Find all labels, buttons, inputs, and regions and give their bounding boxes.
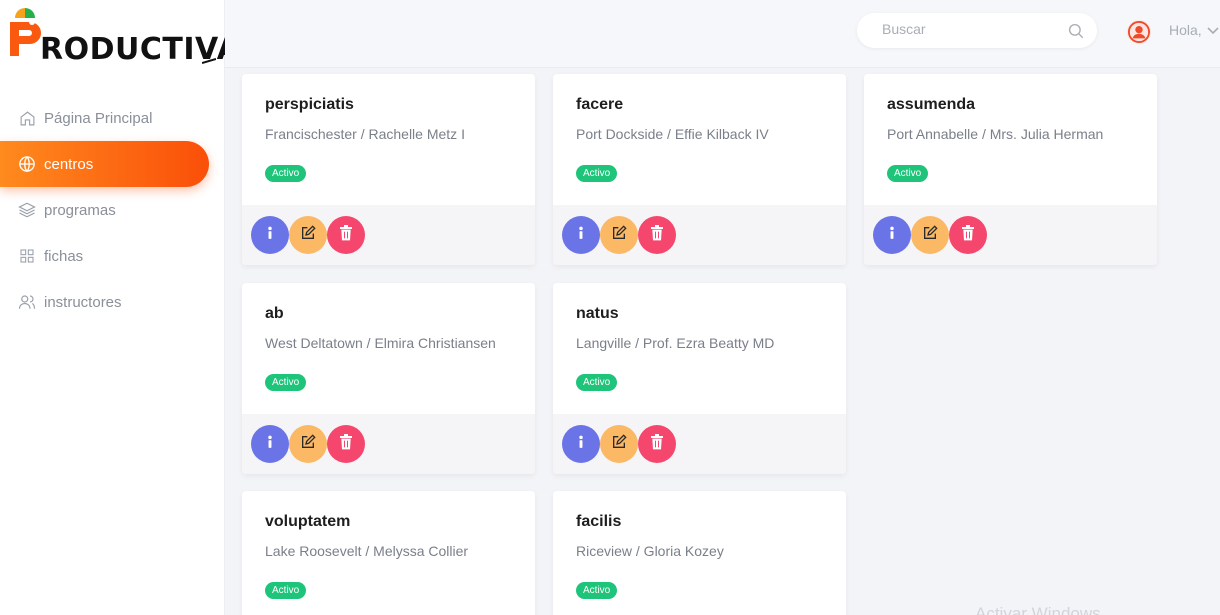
grid-icon <box>18 247 36 265</box>
status-badge: Activo <box>265 374 307 391</box>
edit-button[interactable] <box>289 216 327 254</box>
card-title: facilis <box>576 513 622 530</box>
status-badge: Activo <box>265 582 307 599</box>
edit-icon <box>611 433 627 455</box>
users-icon <box>18 293 36 311</box>
card-subtitle: Langville / Prof. Ezra Beatty MD <box>576 335 775 351</box>
info-button[interactable] <box>562 216 600 254</box>
card-title: voluptatem <box>265 513 351 530</box>
sidebar-item-pagina-principal[interactable]: Página Principal <box>0 95 225 141</box>
centro-card: voluptatem Lake Roosevelt / Melyssa Coll… <box>242 491 535 615</box>
card-title: facere <box>576 96 624 113</box>
sidebar-item-label: programas <box>44 201 116 219</box>
card-subtitle: Lake Roosevelt / Melyssa Collier <box>265 543 469 559</box>
chevron-down-icon[interactable] <box>1207 26 1219 36</box>
edit-icon <box>922 224 938 246</box>
info-button[interactable] <box>562 425 600 463</box>
card-title: assumenda <box>887 96 976 113</box>
sidebar-item-programas[interactable]: programas <box>0 187 225 233</box>
card-actions <box>553 205 846 265</box>
centro-card: natus Langville / Prof. Ezra Beatty MD A… <box>553 283 846 474</box>
card-subtitle: Port Dockside / Effie Kilback IV <box>576 126 769 142</box>
trash-icon <box>961 224 975 246</box>
centro-card: assumenda Port Annabelle / Mrs. Julia He… <box>864 74 1157 265</box>
info-icon <box>574 226 588 245</box>
trash-icon <box>650 224 664 246</box>
status-badge: Activo <box>265 165 307 182</box>
user-greeting[interactable]: Hola, <box>1169 22 1202 38</box>
sidebar: RODUCTIVA Página Principal centros progr… <box>0 0 240 615</box>
info-icon <box>263 435 277 454</box>
layers-icon <box>18 201 36 219</box>
status-badge: Activo <box>576 582 618 599</box>
windows-activation-watermark: Activar Windows <box>975 604 1101 615</box>
delete-button[interactable] <box>327 425 365 463</box>
brand-logo[interactable]: RODUCTIVA <box>10 8 240 67</box>
card-actions <box>242 205 535 265</box>
info-icon <box>263 226 277 245</box>
edit-button[interactable] <box>600 425 638 463</box>
user-avatar-icon <box>1128 21 1150 43</box>
info-button[interactable] <box>251 216 289 254</box>
centro-card: facilis Riceview / Gloria Kozey Activo <box>553 491 846 615</box>
sidebar-item-fichas[interactable]: fichas <box>0 233 225 279</box>
card-subtitle: Riceview / Gloria Kozey <box>576 543 724 559</box>
centro-card: facere Port Dockside / Effie Kilback IV … <box>553 74 846 265</box>
card-title: natus <box>576 305 619 322</box>
top-bar: Hola, <box>225 0 1220 68</box>
delete-button[interactable] <box>638 425 676 463</box>
edit-icon <box>300 224 316 246</box>
centro-card: ab West Deltatown / Elmira Christiansen … <box>242 283 535 474</box>
trash-icon <box>339 433 353 455</box>
sidebar-nav: Página Principal centros programas ficha… <box>0 95 225 325</box>
edit-button[interactable] <box>600 216 638 254</box>
info-button[interactable] <box>873 216 911 254</box>
info-icon <box>885 226 899 245</box>
card-subtitle: Port Annabelle / Mrs. Julia Herman <box>887 126 1104 142</box>
status-badge: Activo <box>887 165 929 182</box>
sidebar-item-label: centros <box>44 155 94 173</box>
card-title: ab <box>265 305 284 322</box>
card-subtitle: West Deltatown / Elmira Christiansen <box>265 335 496 351</box>
card-actions <box>553 414 846 474</box>
info-icon <box>574 435 588 454</box>
delete-button[interactable] <box>327 216 365 254</box>
avatar[interactable] <box>1127 20 1151 44</box>
search-input[interactable] <box>882 21 1052 37</box>
status-badge: Activo <box>576 374 618 391</box>
card-subtitle: Francischester / Rachelle Metz I <box>265 126 465 142</box>
delete-button[interactable] <box>949 216 987 254</box>
globe-icon <box>18 155 36 173</box>
trash-icon <box>339 224 353 246</box>
edit-icon <box>300 433 316 455</box>
sidebar-item-label: Página Principal <box>44 109 153 127</box>
centro-card: perspiciatis Francischester / Rachelle M… <box>242 74 535 265</box>
card-actions <box>242 414 535 474</box>
search-icon[interactable] <box>1067 22 1085 40</box>
sidebar-item-label: instructores <box>44 293 122 311</box>
edit-button[interactable] <box>289 425 327 463</box>
trash-icon <box>650 433 664 455</box>
sidebar-item-centros[interactable]: centros <box>0 141 209 187</box>
search-box <box>857 13 1097 48</box>
card-title: perspiciatis <box>265 96 354 113</box>
info-button[interactable] <box>251 425 289 463</box>
edit-icon <box>611 224 627 246</box>
status-badge: Activo <box>576 165 618 182</box>
delete-button[interactable] <box>638 216 676 254</box>
edit-button[interactable] <box>911 216 949 254</box>
sidebar-item-instructores[interactable]: instructores <box>0 279 225 325</box>
brand-underline-icon <box>202 58 216 64</box>
card-actions <box>864 205 1157 265</box>
home-icon <box>18 109 36 127</box>
sidebar-item-label: fichas <box>44 247 84 265</box>
